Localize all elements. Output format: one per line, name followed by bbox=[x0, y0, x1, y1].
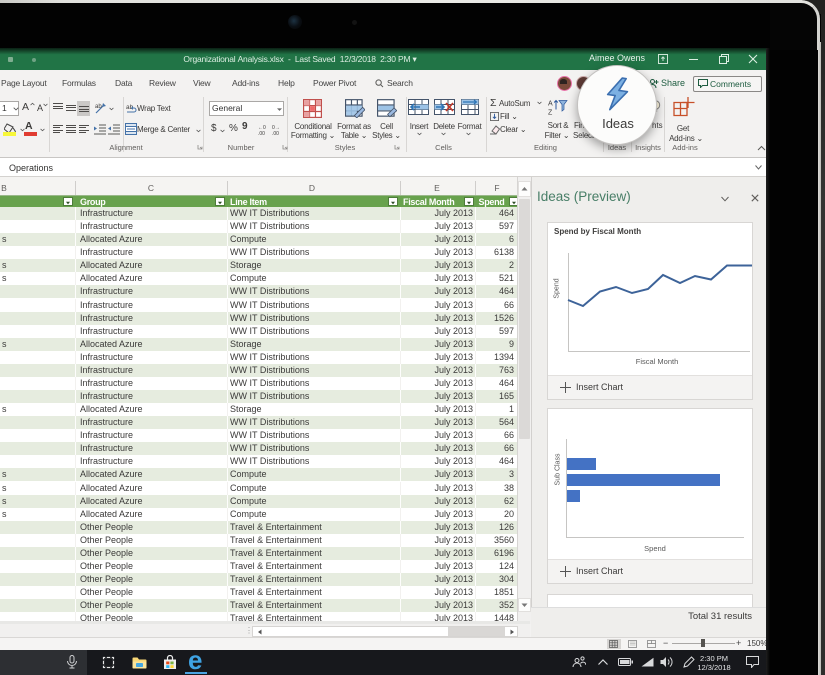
svg-text:.00: .00 bbox=[272, 131, 279, 135]
svg-text:ab: ab bbox=[95, 104, 102, 110]
svg-text:.00: .00 bbox=[258, 131, 265, 135]
svg-text:Z: Z bbox=[548, 110, 553, 117]
svg-text:A: A bbox=[548, 101, 553, 108]
